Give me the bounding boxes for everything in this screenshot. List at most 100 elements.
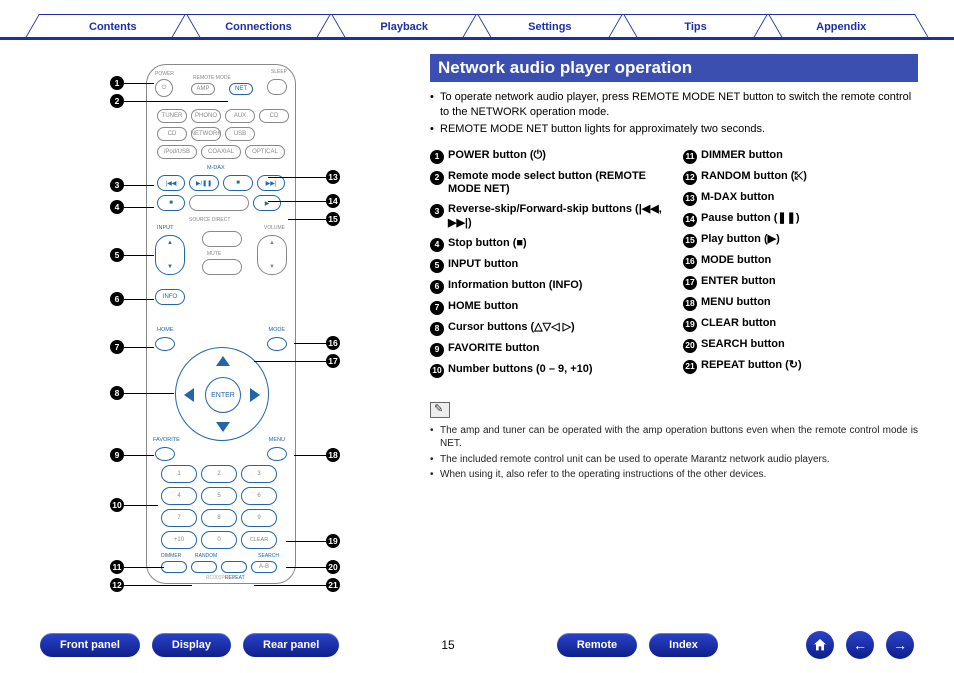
clear-button: CLEAR: [241, 531, 277, 549]
callout-3: 3: [110, 178, 124, 192]
dimmer-label: DIMMER: [161, 553, 181, 559]
tab-tips[interactable]: Tips: [623, 14, 769, 37]
item-label: RANDOM button (⤪): [701, 170, 807, 184]
random-label: RANDOM: [195, 553, 217, 559]
tab-connections[interactable]: Connections: [186, 14, 332, 37]
callout-11: 11: [110, 560, 124, 574]
items-column-right: 11DIMMER button 12RANDOM button (⤪) 13M-…: [683, 149, 918, 384]
item-label: Pause button (❚❚): [701, 212, 799, 226]
remote-diagram: POWER ⏻ REMOTE MODE AMP NET SLEEP TUNER …: [36, 54, 416, 600]
input-rocker: ▲▼: [155, 235, 185, 275]
section-title: Network audio player operation: [430, 54, 918, 82]
power-button: ⏻: [155, 79, 173, 97]
item-label: CLEAR button: [701, 317, 776, 331]
favorite-label: FAVORITE: [153, 437, 180, 443]
callout-18: 18: [326, 448, 340, 462]
item-label: INPUT button: [448, 258, 518, 272]
page-number: 15: [427, 638, 468, 652]
callout-4: 4: [110, 200, 124, 214]
mute-button: [202, 259, 242, 275]
remote-mode-label: REMOTE MODE: [193, 75, 231, 81]
item-label: REPEAT button (↻): [701, 359, 802, 373]
tab-playback[interactable]: Playback: [331, 14, 477, 37]
callout-16: 16: [326, 336, 340, 350]
tab-appendix[interactable]: Appendix: [768, 14, 914, 37]
home-button: [155, 337, 175, 351]
arrow-right-icon: →: [893, 637, 907, 653]
mode-button: [267, 337, 287, 351]
item-label: ENTER button: [701, 275, 776, 289]
callout-21: 21: [326, 578, 340, 592]
favorite-button: [155, 447, 175, 461]
next-page-button[interactable]: →: [886, 631, 914, 659]
item-label: Information button (INFO): [448, 279, 582, 293]
enter-button: ENTER: [205, 377, 241, 413]
notes-list: The amp and tuner can be operated with t…: [430, 424, 918, 482]
intro-list: To operate network audio player, press R…: [430, 90, 918, 137]
item-label: FAVORITE button: [448, 342, 539, 356]
items-column-left: 1POWER button (⏻) 2Remote mode select bu…: [430, 149, 665, 384]
volume-rocker: ▲▼: [257, 235, 287, 275]
zero-button: 0: [201, 531, 237, 549]
item-label: SEARCH button: [701, 338, 785, 352]
callout-13: 13: [326, 170, 340, 184]
remote-outline: POWER ⏻ REMOTE MODE AMP NET SLEEP TUNER …: [146, 64, 296, 584]
mdax-label: M-DAX: [207, 165, 225, 171]
callout-19: 19: [326, 534, 340, 548]
net-mode-button: NET: [229, 83, 253, 95]
note-item: The included remote control unit can be …: [430, 453, 918, 467]
link-index[interactable]: Index: [649, 633, 718, 657]
link-rear-panel[interactable]: Rear panel: [243, 633, 339, 657]
item-label: HOME button: [448, 300, 518, 314]
link-display[interactable]: Display: [152, 633, 231, 657]
item-label: Number buttons (0 – 9, +10): [448, 363, 593, 377]
menu-button: [267, 447, 287, 461]
mute-label: MUTE: [207, 251, 221, 257]
tab-settings[interactable]: Settings: [477, 14, 623, 37]
callout-20: 20: [326, 560, 340, 574]
item-label: MODE button: [701, 254, 771, 268]
prev-page-button[interactable]: ←: [846, 631, 874, 659]
bottom-bar: Front panel Display Rear panel 15 Remote…: [0, 631, 954, 659]
info-button: INFO: [155, 289, 185, 305]
callout-7: 7: [110, 340, 124, 354]
intro-item: To operate network audio player, press R…: [430, 90, 918, 120]
callout-6: 6: [110, 292, 124, 306]
random-button: [191, 561, 217, 573]
content-column: Network audio player operation To operat…: [430, 54, 918, 600]
item-label: Stop button (■): [448, 237, 527, 251]
mode-label: MODE: [269, 327, 286, 333]
link-remote[interactable]: Remote: [557, 633, 637, 657]
item-label: MENU button: [701, 296, 771, 310]
remote-model: RC001PMCD: [147, 575, 295, 581]
callout-15: 15: [326, 212, 340, 226]
tab-contents[interactable]: Contents: [40, 14, 186, 37]
home-label: HOME: [157, 327, 174, 333]
home-icon: [812, 637, 828, 653]
source-direct-label: SOURCE DIRECT: [189, 217, 230, 223]
note-icon: [430, 402, 450, 418]
callout-9: 9: [110, 448, 124, 462]
menu-label: MENU: [269, 437, 285, 443]
repeat-button: [221, 561, 247, 573]
item-label: Remote mode select button (REMOTE MODE N…: [448, 170, 665, 198]
dimmer-button: [161, 561, 187, 573]
item-label: Play button (▶): [701, 233, 780, 247]
item-label: M-DAX button: [701, 191, 774, 205]
item-label: DIMMER button: [701, 149, 783, 163]
home-nav-button[interactable]: [806, 631, 834, 659]
volume-label: VOLUME: [264, 225, 285, 231]
callout-14: 14: [326, 194, 340, 208]
power-label: POWER: [155, 71, 174, 77]
source-direct-button: [202, 231, 242, 247]
link-front-panel[interactable]: Front panel: [40, 633, 140, 657]
search-label: SEARCH: [258, 553, 279, 559]
top-tabs: Contents Connections Playback Settings T…: [0, 0, 954, 40]
callout-10: 10: [110, 498, 124, 512]
item-label: POWER button (⏻): [448, 149, 546, 163]
callout-12: 12: [110, 578, 124, 592]
callout-2: 2: [110, 94, 124, 108]
input-label: INPUT: [157, 225, 174, 231]
search-button: A-B: [251, 561, 277, 573]
item-label: Reverse-skip/Forward-skip buttons (|◀◀, …: [448, 203, 665, 231]
